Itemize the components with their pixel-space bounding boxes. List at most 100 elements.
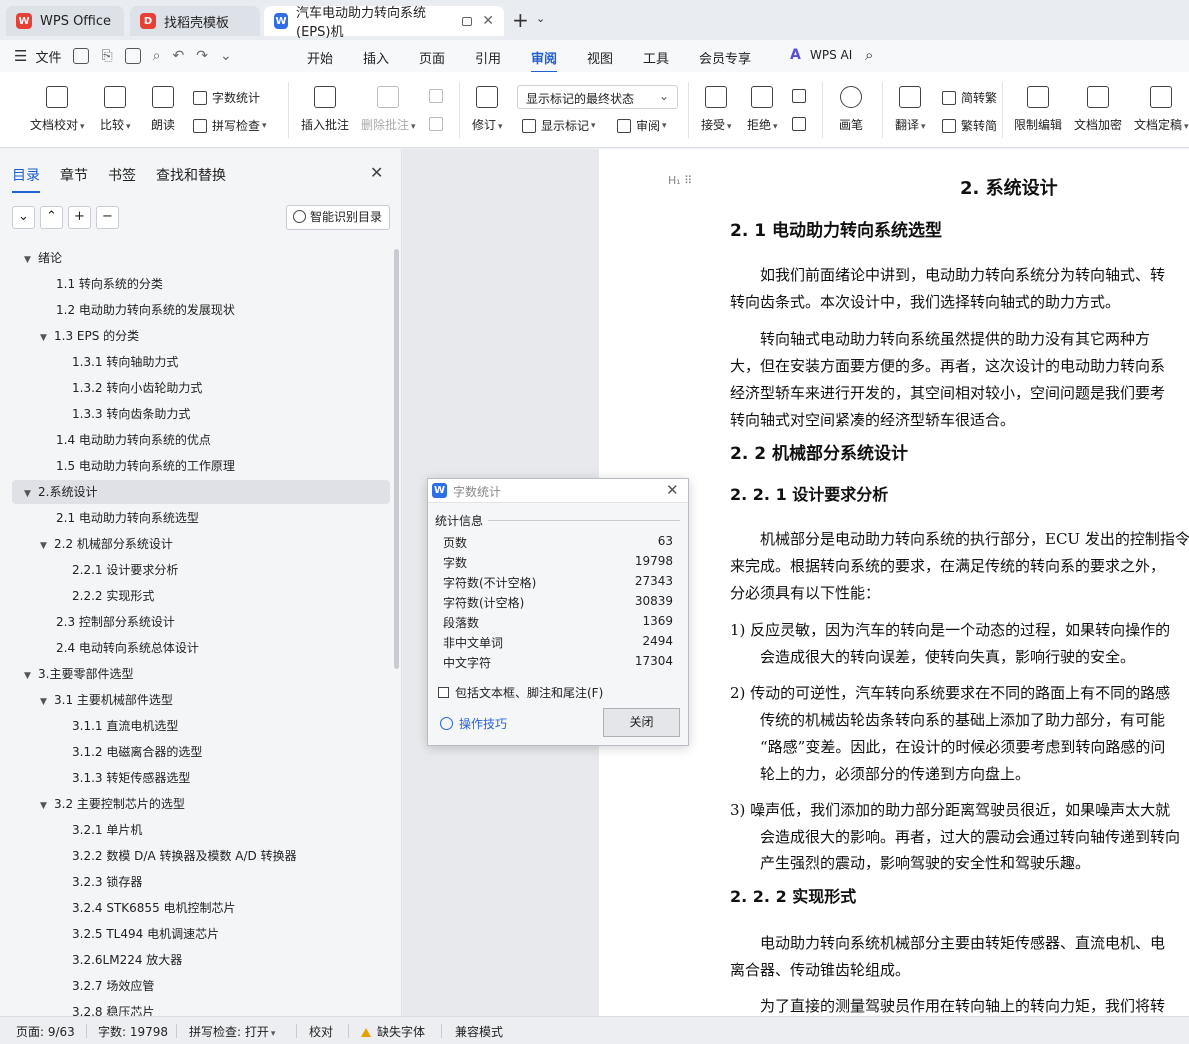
menu-tools[interactable]: 工具	[643, 48, 669, 67]
print-icon[interactable]	[124, 48, 141, 64]
collapse-triangle-icon[interactable]: ▼	[40, 326, 54, 350]
toc-scrollbar[interactable]	[394, 249, 399, 669]
toc-item[interactable]: 3.2.6LM224 放大器	[0, 948, 182, 972]
undo-icon[interactable]: ↶	[173, 48, 185, 64]
menu-wps-ai[interactable]: WPS AI	[810, 48, 852, 62]
doc-encrypt-button[interactable]: 文档加密	[1074, 86, 1122, 133]
insert-comment-button[interactable]: 插入批注	[301, 86, 349, 133]
collapse-triangle-icon[interactable]: ▼	[24, 664, 38, 688]
collapse-triangle-icon[interactable]: ▼	[40, 690, 54, 714]
spell-check-status[interactable]: 拼写检查: 打开 ▾	[189, 1023, 275, 1040]
toc-item[interactable]: 1.1 转向系统的分类	[0, 272, 163, 296]
proofread-status[interactable]: 校对	[309, 1023, 333, 1040]
toc-item[interactable]: 1.4 电动助力转向系统的优点	[0, 428, 211, 452]
close-dialog-icon[interactable]: ✕	[666, 481, 679, 499]
toc-item[interactable]: 3.2.7 场效应管	[0, 974, 154, 998]
toc-item[interactable]: 3.1.2 电磁离合器的选型	[0, 740, 202, 764]
toc-item[interactable]: 2.2.1 设计要求分析	[0, 558, 178, 582]
tab-chapters[interactable]: 章节	[60, 165, 88, 185]
missing-font-status[interactable]: 缺失字体	[361, 1023, 425, 1040]
close-tab-icon[interactable]: ✕	[482, 13, 494, 29]
toc-item[interactable]: ▼ 3.主要零部件选型	[0, 662, 133, 686]
page-indicator[interactable]: 页面: 9/63	[16, 1023, 75, 1040]
menu-start[interactable]: 开始	[307, 48, 333, 67]
toc-item[interactable]: 1.3.1 转向轴助力式	[0, 350, 178, 374]
word-count-button[interactable]: 字数统计	[193, 89, 260, 106]
close-button[interactable]: 关闭	[603, 708, 680, 737]
menu-reference[interactable]: 引用	[475, 48, 501, 67]
reject-button[interactable]: 拒绝 ▾	[747, 86, 778, 133]
translate-button[interactable]: 翻译 ▾	[895, 86, 926, 133]
toc-item[interactable]: 3.2.8 稳压芯片	[0, 1000, 154, 1016]
toc-item[interactable]: 3.2.4 STK6855 电机控制芯片	[0, 896, 236, 920]
print-preview-icon[interactable]: ⌕	[153, 48, 161, 64]
doc-check-button[interactable]: 文档校对 ▾	[30, 86, 85, 133]
save-icon[interactable]	[73, 48, 90, 64]
collapse-triangle-icon[interactable]: ▼	[24, 482, 38, 506]
toc-item[interactable]: 1.3.2 转向小齿轮助力式	[0, 376, 202, 400]
heading-marker-icon[interactable]: H₁ ⠿	[668, 174, 692, 187]
next-change-button[interactable]	[792, 117, 811, 131]
toc-item[interactable]: 2.1 电动助力转向系统选型	[0, 506, 199, 530]
include-textbox-checkbox[interactable]: 包括文本框、脚注和尾注(F)	[438, 684, 603, 701]
menu-insert[interactable]: 插入	[363, 48, 389, 67]
tab-wps-office[interactable]: W WPS Office	[6, 6, 124, 36]
toc-item[interactable]: 3.1.3 转矩传感器选型	[0, 766, 190, 790]
tab-docer[interactable]: D 找稻壳模板	[130, 6, 260, 36]
close-pane-icon[interactable]: ✕	[370, 163, 383, 182]
pen-button[interactable]: 画笔	[839, 86, 863, 133]
toc-item[interactable]: 3.2.2 数模 D/A 转换器及模数 A/D 转换器	[0, 844, 297, 868]
tab-toc[interactable]: 目录	[12, 165, 40, 193]
show-markup-button[interactable]: 显示标记 ▾	[522, 117, 596, 134]
collapse-up-button[interactable]: ⌃	[40, 206, 63, 229]
collapse-triangle-icon[interactable]: ▼	[24, 248, 38, 272]
toc-item[interactable]: ▼ 3.2 主要控制芯片的选型	[0, 792, 185, 816]
spell-check-button[interactable]: 拼写检查 ▾	[193, 117, 267, 134]
remove-heading-button[interactable]: −	[96, 206, 119, 229]
menu-view[interactable]: 视图	[587, 48, 613, 67]
review-pane-button[interactable]: 审阅 ▾	[617, 117, 667, 134]
toc-item[interactable]: ▼ 1.3 EPS 的分类	[0, 324, 139, 348]
next-comment-button[interactable]	[429, 117, 448, 131]
toc-item[interactable]: ▼ 绪论	[0, 246, 62, 270]
toc-item[interactable]: 3.2.5 TL494 电机调速芯片	[0, 922, 219, 946]
add-heading-button[interactable]: +	[68, 206, 91, 229]
toc-item[interactable]: 1.2 电动助力转向系统的发展现状	[0, 298, 235, 322]
toc-item[interactable]: 3.2.3 锁存器	[0, 870, 142, 894]
revise-button[interactable]: 修订 ▾	[472, 86, 503, 133]
file-menu[interactable]: 文件	[35, 47, 61, 66]
doc-finalize-button[interactable]: 文档定稿 ▾	[1134, 86, 1189, 133]
tab-bookmarks[interactable]: 书签	[108, 165, 136, 185]
tab-find-replace[interactable]: 查找和替换	[156, 165, 226, 185]
toc-item[interactable]: 2.2.2 实现形式	[0, 584, 154, 608]
toc-item[interactable]: 3.1.1 直流电机选型	[0, 714, 178, 738]
markup-state-select[interactable]: 显示标记的最终状态 ⌄	[517, 85, 678, 109]
redo-icon[interactable]: ↷	[196, 48, 208, 64]
delete-comment-button[interactable]: 删除批注 ▾	[361, 86, 416, 133]
prev-comment-button[interactable]	[429, 89, 448, 103]
export-icon[interactable]: ⎘	[101, 48, 112, 64]
quick-access-chevron-icon[interactable]: ⌄	[220, 48, 232, 64]
compare-button[interactable]: 比较 ▾	[100, 86, 131, 133]
toc-item[interactable]: ▼ 2.系统设计	[12, 480, 390, 504]
to-traditional-button[interactable]: 简转繁	[942, 89, 997, 106]
toc-item[interactable]: 3.2.1 单片机	[0, 818, 142, 842]
word-count-status[interactable]: 字数: 19798	[98, 1023, 168, 1040]
search-icon[interactable]: ⌕	[865, 46, 873, 64]
checkbox-box[interactable]	[438, 687, 449, 698]
accept-button[interactable]: 接受 ▾	[701, 86, 732, 133]
prev-change-button[interactable]	[792, 89, 811, 103]
toc-item[interactable]: 2.4 电动转向系统总体设计	[0, 636, 199, 660]
toc-item[interactable]: 1.3.3 转向齿条助力式	[0, 402, 190, 426]
new-tab-plus-icon[interactable]: +	[512, 8, 529, 32]
smart-toc-button[interactable]: 智能识别目录	[286, 205, 390, 230]
toc-item[interactable]: ▼ 3.1 主要机械部件选型	[0, 688, 173, 712]
hamburger-icon[interactable]: ☰	[14, 47, 27, 65]
read-aloud-button[interactable]: 朗读	[151, 86, 175, 133]
collapse-triangle-icon[interactable]: ▼	[40, 794, 54, 818]
tips-link[interactable]: 操作技巧	[440, 715, 507, 732]
collapse-triangle-icon[interactable]: ▼	[40, 534, 54, 558]
restrict-edit-button[interactable]: 限制编辑	[1014, 86, 1062, 133]
tab-document[interactable]: W 汽车电动助力转向系统(EPS)机 ✕	[264, 6, 504, 40]
dialog-titlebar[interactable]: W 字数统计 ✕	[428, 479, 688, 503]
